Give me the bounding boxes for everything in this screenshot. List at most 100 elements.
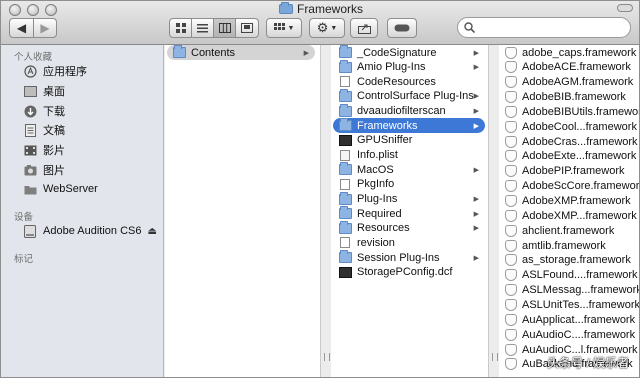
item-label: Amio Plug-Ins — [357, 61, 426, 74]
sidebar-item-adobe-audition-disk[interactable]: Adobe Audition CS6 ⏏ — [23, 222, 161, 240]
sidebar-item-downloads[interactable]: 下载 — [23, 102, 161, 120]
finder-window: Frameworks ◀ ▶ ▼ ⚙ ▼ 个人收藏 应用程序 桌面 下载 文稿 … — [0, 0, 640, 378]
action-button[interactable]: ⚙ ▼ — [309, 18, 345, 38]
search-icon — [464, 22, 475, 33]
list-item[interactable]: AdobeXMP.framework — [499, 194, 639, 209]
list-item[interactable]: Resources ▶ — [333, 220, 485, 236]
item-label: AdobeCool...framework — [522, 120, 637, 133]
pictures-icon — [23, 164, 37, 176]
item-label: AuApplicat...framework — [522, 313, 636, 326]
item-label: CodeResources — [357, 75, 436, 88]
list-item[interactable]: adobe_caps.framework — [499, 45, 639, 60]
sidebar-item-applications[interactable]: 应用程序 — [23, 62, 161, 80]
toolbar-toggle-button[interactable] — [617, 4, 633, 12]
list-item[interactable]: Info.plist — [333, 148, 485, 163]
sidebar-item-movies[interactable]: 影片 — [23, 141, 161, 159]
framework-icon — [505, 46, 517, 59]
framework-icon — [505, 120, 517, 133]
item-label: MacOS — [357, 163, 394, 176]
item-label: AuAudioC....framework — [522, 328, 636, 341]
framework-icon — [505, 91, 517, 104]
coverflow-view-button[interactable] — [236, 19, 258, 37]
icon-view-button[interactable] — [170, 19, 192, 37]
item-label: Resources — [357, 222, 410, 235]
list-item[interactable]: ASLFound....framework — [499, 268, 639, 283]
list-item[interactable]: ahclient.framework — [499, 223, 639, 238]
column-view-button[interactable] — [214, 19, 236, 37]
list-view-button[interactable] — [192, 19, 214, 37]
window-title-text: Frameworks — [296, 2, 363, 16]
disclosure-arrow-icon: ▶ — [473, 49, 479, 57]
folder-icon — [339, 206, 352, 220]
list-item[interactable]: AdobeCras...framework — [499, 134, 639, 149]
list-item[interactable]: AdobeAGM.framework — [499, 75, 639, 90]
disclosure-arrow-icon: ▶ — [473, 254, 479, 262]
sidebar-item-webserver[interactable]: WebServer — [23, 180, 161, 198]
search-input[interactable] — [479, 21, 619, 34]
tag-button[interactable] — [387, 18, 417, 38]
list-item[interactable]: amtlib.framework — [499, 238, 639, 253]
list-item[interactable]: Amio Plug-Ins ▶ — [333, 59, 485, 75]
item-label: Plug-Ins — [357, 193, 398, 205]
list-item[interactable]: ASLUnitTes...framework — [499, 297, 639, 312]
list-item[interactable]: AdobeBIB.framework — [499, 90, 639, 105]
list-item[interactable]: Contents ▶ — [167, 45, 315, 60]
list-item[interactable]: ControlSurface Plug-Ins ▶ — [333, 88, 485, 104]
list-item[interactable]: dvaaudiofilterscan ▶ — [333, 103, 485, 119]
item-label: as_storage.framework — [522, 254, 631, 267]
folder-icon — [173, 45, 186, 58]
list-item[interactable]: AdobeCool...framework — [499, 119, 639, 134]
arrange-button[interactable]: ▼ — [266, 18, 302, 38]
list-item[interactable]: AdobeScCore.framework — [499, 179, 639, 194]
item-label: Frameworks — [357, 119, 418, 132]
sidebar-item-desktop[interactable]: 桌面 — [23, 82, 161, 100]
list-item[interactable]: StoragePConfig.dcf — [333, 265, 485, 280]
list-item[interactable]: PkgInfo — [333, 177, 485, 192]
sidebar-item-label: 文稿 — [43, 125, 65, 137]
tags-header: 标记 — [14, 254, 34, 265]
list-item[interactable]: Required ▶ — [333, 206, 485, 221]
list-item[interactable]: GPUSniffer — [333, 133, 485, 148]
list-item[interactable]: Session Plug-Ins ▶ — [333, 250, 485, 265]
list-item[interactable]: AdobeXMP...framework — [499, 208, 639, 223]
sidebar-item-label: 影片 — [43, 145, 65, 157]
forward-button[interactable]: ▶ — [34, 19, 56, 37]
eject-icon[interactable]: ⏏ — [148, 226, 157, 237]
list-item[interactable]: AuApplicat...framework — [499, 312, 639, 327]
item-label: Session Plug-Ins — [357, 251, 440, 264]
list-item[interactable]: CodeResources — [333, 74, 485, 89]
column-resize-handle[interactable] — [492, 353, 498, 361]
column-resize-handle[interactable] — [324, 353, 330, 361]
framework-icon — [505, 343, 517, 356]
list-item[interactable]: as_storage.framework — [499, 253, 639, 268]
framework-icon — [505, 358, 517, 371]
back-button[interactable]: ◀ — [10, 19, 34, 37]
folder-icon — [339, 118, 352, 132]
desktop-icon — [23, 85, 37, 97]
column-3: adobe_caps.framework AdobeACE.framework Ad… — [499, 45, 639, 377]
sidebar-item-documents[interactable]: 文稿 — [23, 121, 161, 139]
list-item[interactable]: _CodeSignature ▶ — [333, 45, 485, 60]
list-item[interactable]: Plug-Ins ▶ — [333, 191, 485, 207]
executable-icon — [339, 134, 352, 146]
list-item[interactable]: AdobeBIBUtils.framework — [499, 104, 639, 119]
list-item[interactable]: revision — [333, 235, 485, 250]
list-item[interactable]: ASLMessag...framework — [499, 283, 639, 298]
sidebar-item-pictures[interactable]: 图片 — [23, 161, 161, 179]
item-label: GPUSniffer — [357, 134, 413, 147]
list-item[interactable]: Frameworks ▶ — [333, 118, 485, 134]
search-field[interactable] — [457, 17, 631, 38]
list-item[interactable]: AdobeExte...framework — [499, 149, 639, 164]
share-button[interactable] — [350, 18, 378, 38]
sidebar-item-label: WebServer — [43, 183, 98, 195]
list-item[interactable]: MacOS ▶ — [333, 162, 485, 177]
list-item[interactable]: AdobePIP.framework — [499, 164, 639, 179]
list-item[interactable]: AdobeACE.framework — [499, 60, 639, 75]
disclosure-arrow-icon: ▶ — [473, 166, 479, 174]
document-icon — [340, 237, 350, 249]
list-item[interactable]: AuAudioC....framework — [499, 327, 639, 342]
item-label: AdobeXMP.framework — [522, 195, 631, 207]
column-2: _CodeSignature ▶ Amio Plug-Ins ▶ CodeResourc… — [331, 45, 489, 377]
item-label: Info.plist — [357, 149, 398, 162]
folder-icon — [339, 88, 352, 102]
